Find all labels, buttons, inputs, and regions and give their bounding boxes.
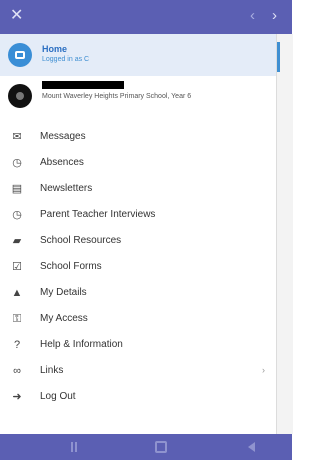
menu-item-absences[interactable]: ◷ Absences: [0, 150, 276, 176]
menu-item-label: Absences: [40, 157, 84, 168]
menu-item-label: Parent Teacher Interviews: [40, 209, 156, 220]
menu-item-label: My Access: [40, 313, 88, 324]
menu-item-label: Links: [40, 365, 64, 376]
close-icon[interactable]: ✕: [10, 8, 23, 24]
home-button-icon[interactable]: [155, 441, 167, 453]
person-icon: ▲: [11, 287, 23, 299]
child-avatar: [8, 84, 32, 108]
menu-item-parent-teacher-interviews[interactable]: ◷ Parent Teacher Interviews: [0, 202, 276, 228]
key-icon: ⚿: [12, 313, 22, 325]
menu-item-messages[interactable]: ✉ Messages: [0, 124, 276, 150]
menu-item-label: My Details: [40, 287, 87, 298]
chevron-right-icon: ›: [262, 365, 265, 375]
clock-icon: ◷: [12, 157, 22, 169]
menu-item-log-out[interactable]: ➜ Log Out: [0, 384, 276, 410]
home-subtitle: Logged in as C: [42, 56, 90, 63]
menu-item-label: School Forms: [40, 261, 102, 272]
menu-item-school-resources[interactable]: ▰ School Resources: [0, 228, 276, 254]
menu-item-school-forms[interactable]: ☑ School Forms: [0, 254, 276, 280]
newspaper-icon: ▤: [11, 183, 23, 195]
menu-item-my-access[interactable]: ⚿ My Access: [0, 306, 276, 332]
recent-apps-icon[interactable]: [68, 441, 80, 453]
redacted-name: [42, 81, 124, 89]
envelope-icon: ✉: [12, 131, 22, 143]
back-icon[interactable]: [248, 442, 255, 452]
home-title: Home: [42, 44, 68, 54]
profile-home[interactable]: Home Logged in as C: [0, 34, 276, 76]
background-page-peek: [276, 34, 293, 434]
navigation-drawer: Home Logged in as C Mount Waverley Heigh…: [0, 34, 276, 434]
home-icon: [8, 43, 32, 67]
menu-item-label: School Resources: [40, 235, 122, 246]
menu-item-help-information[interactable]: ? Help & Information: [0, 332, 276, 358]
help-icon: ?: [13, 339, 21, 351]
system-nav-bar: [0, 434, 292, 460]
menu-item-label: Log Out: [40, 391, 76, 402]
clock-icon: ◷: [12, 209, 22, 221]
menu-item-label: Messages: [40, 131, 86, 142]
link-icon: ∞: [13, 365, 21, 377]
background-accent: [277, 42, 280, 72]
menu-item-label: Newsletters: [40, 183, 93, 194]
menu-item-newsletters[interactable]: ▤ Newsletters: [0, 176, 276, 202]
chevron-right-icon[interactable]: ›: [272, 8, 277, 24]
menu-item-links[interactable]: ∞ Links ›: [0, 358, 276, 384]
menu-item-label: Help & Information: [40, 339, 123, 350]
form-icon: ☑: [12, 261, 22, 273]
menu-item-my-details[interactable]: ▲ My Details: [0, 280, 276, 306]
logout-icon: ➜: [12, 391, 22, 403]
top-bar: ✕ ‹ ›: [0, 0, 292, 34]
folder-icon: ▰: [12, 235, 22, 247]
child-school: Mount Waverley Heights Primary School, Y…: [42, 93, 192, 100]
chevron-left-icon[interactable]: ‹: [250, 8, 255, 24]
